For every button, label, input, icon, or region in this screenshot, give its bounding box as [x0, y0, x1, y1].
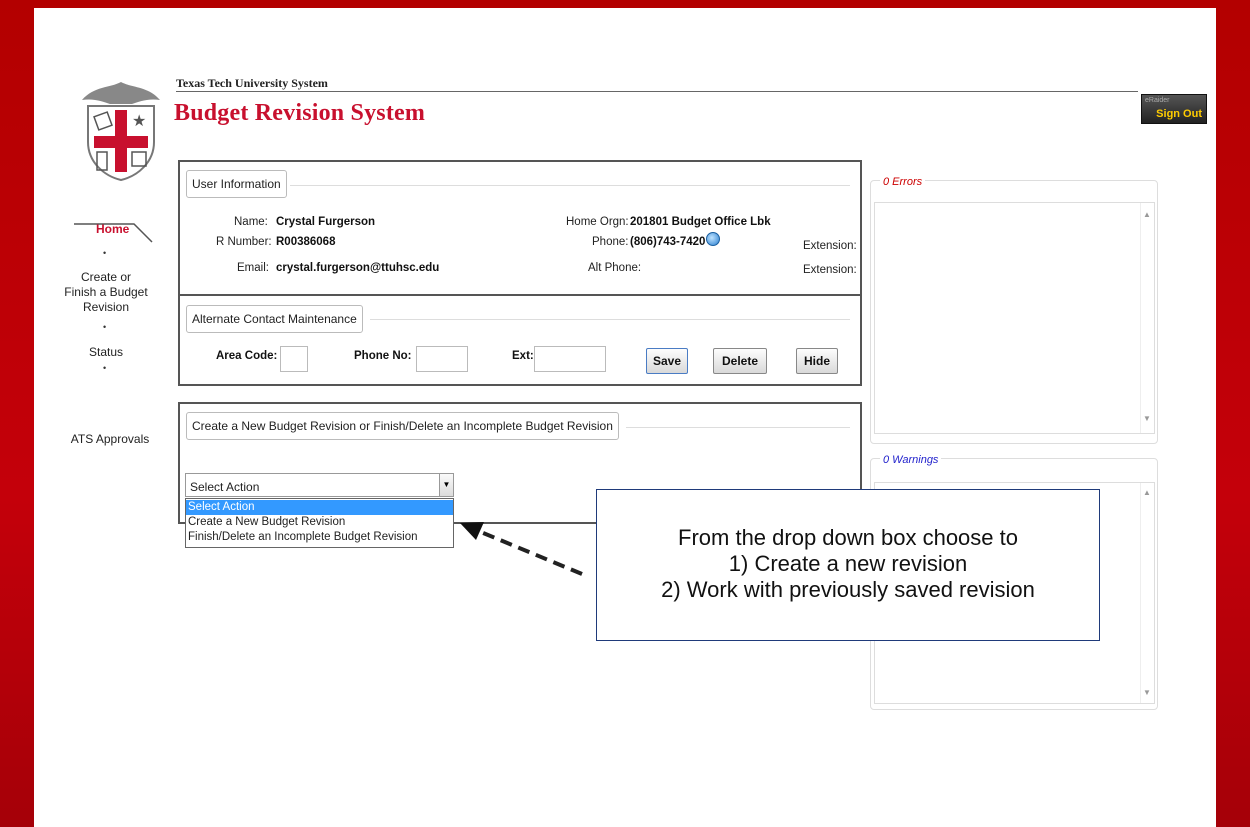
errors-scrollbar[interactable]	[1140, 203, 1155, 433]
chevron-down-icon[interactable]: ▼	[439, 474, 453, 496]
nav-separator: •	[103, 363, 107, 373]
dropdown-option-finish-delete[interactable]: Finish/Delete an Incomplete Budget Revis…	[186, 530, 453, 545]
home-orgn-value: 201801 Budget Office Lbk	[630, 216, 771, 228]
sign-out-button[interactable]: eRaider Sign Out	[1141, 94, 1207, 124]
header-divider	[176, 91, 1138, 92]
warnings-title: 0 Warnings	[880, 454, 942, 466]
ttu-seal-logo: ★	[82, 82, 160, 182]
name-value: Crystal Furgerson	[276, 216, 376, 228]
email-label: Email:	[237, 262, 269, 274]
home-orgn-label: Home Orgn:	[566, 216, 629, 228]
phone-edit-icon[interactable]	[706, 232, 720, 246]
dropdown-option-create[interactable]: Create a New Budget Revision	[186, 515, 453, 530]
action-select-value: Select Action	[190, 480, 260, 494]
callout-line-2: 1) Create a new revision	[728, 551, 968, 576]
legend-rule	[290, 185, 850, 186]
dropdown-option-select-action[interactable]: Select Action	[186, 500, 453, 515]
scroll-up-icon[interactable]: ▲	[1143, 488, 1151, 497]
area-code-input[interactable]	[280, 346, 308, 372]
extension-label: Extension:	[803, 240, 857, 252]
dashed-arrow-icon	[460, 522, 583, 576]
name-label: Name:	[234, 216, 268, 228]
errors-title: 0 Errors	[880, 176, 926, 188]
legend-rule	[626, 427, 850, 428]
alt-contact-legend: Alternate Contact Maintenance	[186, 305, 363, 333]
nav-create-finish-line1: Create or	[80, 270, 132, 284]
callout-line-3: 2) Work with previously saved revision	[661, 577, 1035, 602]
action-select[interactable]: Select Action	[185, 473, 454, 497]
action-dropdown-list[interactable]: Select Action Create a New Budget Revisi…	[185, 498, 454, 548]
nav-separator: •	[103, 322, 107, 332]
nav-home[interactable]: Home	[96, 222, 129, 236]
scroll-up-icon[interactable]: ▲	[1143, 210, 1151, 219]
hide-button[interactable]: Hide	[796, 348, 838, 374]
ext-label: Ext:	[512, 350, 534, 362]
email-value: crystal.furgerson@ttuhsc.edu	[276, 262, 440, 274]
page-title: Budget Revision System	[174, 100, 426, 126]
user-info-legend: User Information	[186, 170, 287, 198]
rnumber-value: R00386068	[276, 236, 336, 248]
nav-separator: •	[103, 248, 107, 258]
scroll-down-icon[interactable]: ▼	[1143, 688, 1151, 697]
rnumber-label: R Number:	[216, 236, 272, 248]
signout-caption: eRaider	[1145, 97, 1170, 104]
errors-list[interactable]	[874, 202, 1155, 434]
ext-input[interactable]	[534, 346, 606, 372]
save-button[interactable]: Save	[646, 348, 688, 374]
nav-create-finish-line3: Revision	[82, 300, 130, 314]
phone-value: (806)743-7420	[630, 236, 706, 248]
warnings-scrollbar[interactable]	[1140, 483, 1155, 703]
nav-ats-approvals[interactable]: ATS Approvals	[70, 432, 150, 446]
alt-phone-label: Alt Phone:	[588, 262, 642, 274]
signout-label: Sign Out	[1156, 108, 1202, 120]
area-code-label: Area Code:	[216, 350, 278, 362]
svg-text:★: ★	[132, 111, 146, 130]
nav-status[interactable]: Status	[80, 345, 132, 359]
phone-label: Phone:	[592, 236, 629, 248]
phone-no-label: Phone No:	[354, 350, 412, 362]
instruction-callout: From the drop down box choose to 1) Crea…	[596, 489, 1100, 641]
callout-line-1: From the drop down box choose to	[678, 525, 1018, 550]
system-name: Texas Tech University System	[176, 76, 328, 90]
scroll-down-icon[interactable]: ▼	[1143, 414, 1151, 423]
legend-rule	[370, 319, 850, 320]
delete-button[interactable]: Delete	[713, 348, 767, 374]
phone-no-input[interactable]	[416, 346, 468, 372]
extension-label: Extension:	[803, 264, 857, 276]
nav-create-finish-line2: Finish a Budget	[64, 285, 148, 299]
revision-legend: Create a New Budget Revision or Finish/D…	[186, 412, 619, 440]
nav-create-finish[interactable]: Create or Finish a Budget Revision	[60, 270, 152, 315]
